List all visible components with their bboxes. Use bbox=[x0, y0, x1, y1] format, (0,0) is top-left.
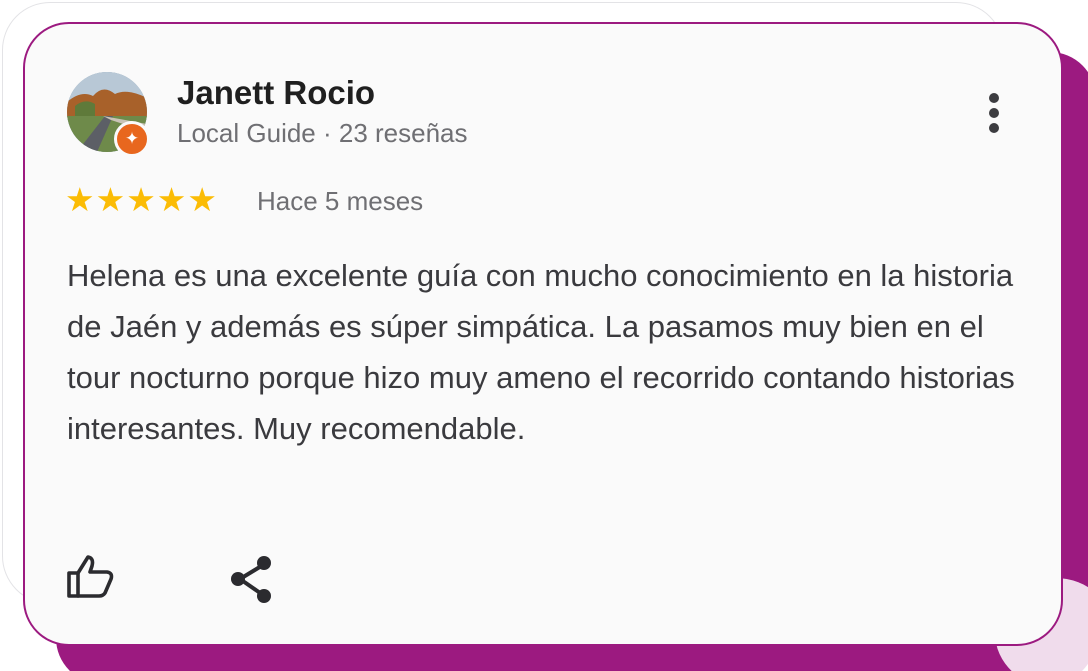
author-name[interactable]: Janett Rocio bbox=[177, 74, 375, 112]
star-icon: ★ bbox=[95, 181, 126, 218]
share-icon bbox=[231, 556, 271, 603]
more-options-button[interactable] bbox=[977, 88, 1011, 142]
star-icon: ★ bbox=[65, 181, 95, 218]
review-card: ✦ Janett Rocio Local Guide · 23 reseñas … bbox=[23, 22, 1063, 646]
like-button[interactable] bbox=[65, 552, 119, 602]
local-guide-badge-icon: ✦ bbox=[114, 121, 150, 157]
review-body: Helena es una excelente guía con mucho c… bbox=[67, 258, 1015, 446]
thumb-up-icon bbox=[67, 555, 114, 598]
review-graphic: ✦ Janett Rocio Local Guide · 23 reseñas … bbox=[0, 0, 1088, 671]
share-button[interactable] bbox=[227, 552, 281, 608]
review-date: Hace 5 meses bbox=[257, 186, 424, 216]
author-meta: Local Guide · 23 reseñas bbox=[177, 118, 468, 148]
star-icon: ★ bbox=[187, 181, 217, 218]
star-icon: ★ bbox=[156, 181, 187, 218]
star-rating: ★ ★ ★ ★ ★ bbox=[65, 180, 217, 220]
more-vert-icon bbox=[989, 93, 999, 103]
star-icon: ★ bbox=[126, 181, 156, 218]
